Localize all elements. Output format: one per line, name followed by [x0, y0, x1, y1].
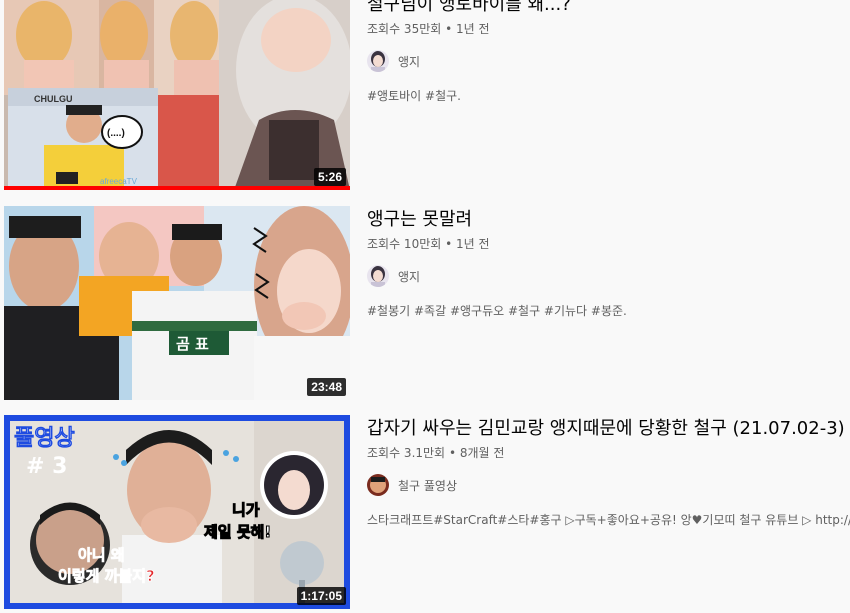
view-count: 조회수 35만회	[367, 22, 442, 36]
video-duration: 5:26	[313, 168, 346, 186]
upload-age: 1년 전	[456, 22, 490, 36]
video-description: 스타크래프트#StarCraft#스타#홍구 ▷구독+좋아요+공유! 앙♥기모띠…	[367, 513, 850, 527]
video-title[interactable]: 갑자기 싸우는 김민교랑 앵지때문에 당황한 철구 (21.07.02-3)	[367, 417, 850, 441]
video-stats: 조회수 35만회 • 1년 전	[367, 20, 850, 37]
view-count: 조회수 10만회	[367, 237, 442, 251]
video-meta-1: 철구님이 앵토바이를 왜...? 조회수 35만회 • 1년 전 앵지 #앵토바…	[367, 0, 850, 104]
video-meta-2: 앵구는 못말려 조회수 10만회 • 1년 전 앵지 #철봉기 #족갈 #앵구듀…	[367, 208, 850, 319]
channel-name[interactable]: 앵지	[398, 53, 420, 70]
video-description: #철봉기 #족갈 #앵구듀오 #철구 #기뉴다 #봉준.	[367, 304, 627, 318]
channel-link[interactable]: 앵지	[367, 264, 850, 288]
channel-link[interactable]: 철구 풀영상	[367, 473, 850, 497]
thumb3-text-fullvideo: 풀영상	[14, 426, 75, 451]
avatar-angji-icon[interactable]	[367, 265, 389, 287]
video-title[interactable]: 철구님이 앵토바이를 왜...?	[367, 0, 850, 17]
watched-progress-bar	[4, 186, 350, 190]
separator-dot: •	[448, 446, 457, 460]
video-description: #앵토바이 #철구.	[367, 89, 461, 103]
thumb3-text-kkabul: 이렇게 까불지?	[58, 567, 155, 585]
thumb3-text-number: # 3	[26, 454, 67, 479]
separator-dot: •	[445, 237, 453, 251]
thumb1-text-chulgu: CHULGU	[34, 94, 73, 104]
thumbnail-image: 곰 표	[4, 206, 350, 400]
avatar-angji-icon[interactable]	[367, 50, 389, 72]
separator-dot: •	[445, 22, 453, 36]
thumbnail-image: 풀영상 # 3 니가 제일 못해! 아니 왜 이렇게 까불지?	[4, 415, 350, 609]
thumb3-text-worst: 제일 못해!	[204, 523, 271, 541]
thumb3-text-why: 아니 왜	[78, 546, 125, 564]
video-title[interactable]: 앵구는 못말려	[367, 208, 850, 232]
thumbnail-image: CHULGU (....) afreecaTV	[4, 0, 350, 190]
video-stats: 조회수 3.1만회 • 8개월 전	[367, 444, 850, 461]
thumb1-text-afreeca: afreecaTV	[100, 177, 138, 186]
video-thumbnail-3[interactable]: 풀영상 # 3 니가 제일 못해! 아니 왜 이렇게 까불지? 1:17:05	[4, 415, 350, 609]
video-thumbnail-1[interactable]: CHULGU (....) afreecaTV 5:26	[4, 0, 350, 190]
video-meta-3: 갑자기 싸우는 김민교랑 앵지때문에 당황한 철구 (21.07.02-3) 조…	[367, 417, 850, 528]
channel-link[interactable]: 앵지	[367, 49, 850, 73]
thumb1-text-dots: (....)	[107, 128, 125, 139]
channel-name[interactable]: 앵지	[398, 268, 420, 285]
avatar-chulgu-icon[interactable]	[367, 474, 389, 496]
video-duration: 23:48	[307, 378, 346, 396]
channel-name[interactable]: 철구 풀영상	[398, 477, 457, 494]
video-thumbnail-2[interactable]: 곰 표 23:48	[4, 206, 350, 400]
video-duration: 1:17:05	[296, 587, 346, 605]
thumb3-text-niga: 니가	[232, 501, 260, 519]
video-stats: 조회수 10만회 • 1년 전	[367, 235, 850, 252]
view-count: 조회수 3.1만회	[367, 446, 446, 460]
upload-age: 1년 전	[456, 237, 490, 251]
thumb2-text-gompyo: 곰 표	[176, 335, 209, 353]
upload-age: 8개월 전	[459, 446, 505, 460]
